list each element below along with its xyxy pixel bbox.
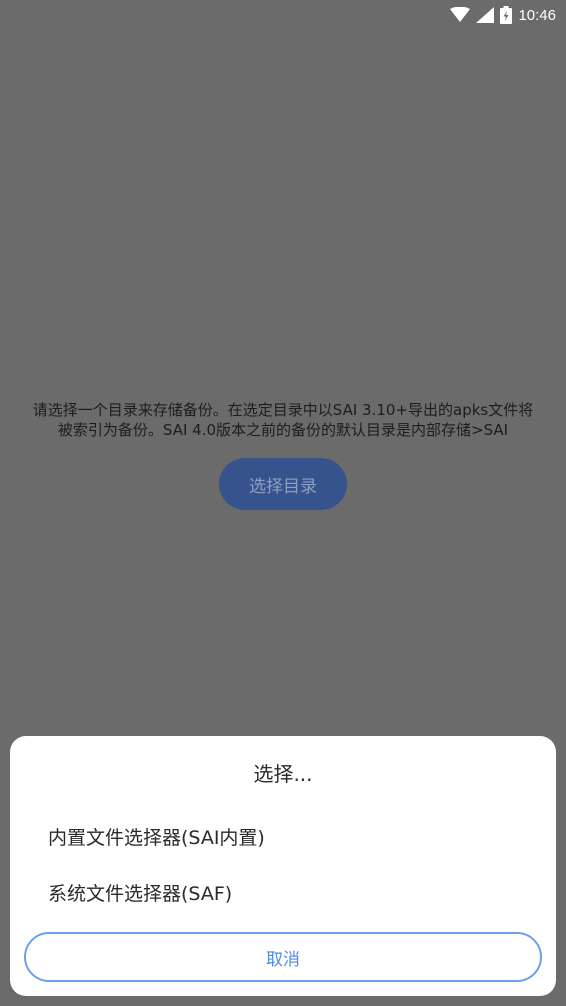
signal-icon	[476, 7, 495, 23]
chooser-dialog: 选择... 内置文件选择器(SAI内置) 系统文件选择器(SAF) 取消	[10, 736, 556, 996]
message-line-2: 被索引为备份。SAI 4.0版本之前的备份的默认目录是内部存储>SAI	[57, 421, 509, 439]
status-time: 10:46	[518, 6, 556, 24]
backup-directory-message: 请选择一个目录来存储备份。在选定目录中以SAI 3.10+导出的apks文件将 …	[10, 400, 556, 440]
select-directory-button[interactable]: 选择目录	[219, 458, 347, 510]
cancel-button[interactable]: 取消	[24, 932, 542, 982]
battery-icon	[500, 6, 513, 24]
dialog-title: 选择...	[253, 762, 313, 786]
message-line-1: 请选择一个目录来存储备份。在选定目录中以SAI 3.10+导出的apks文件将	[32, 401, 534, 419]
wifi-icon	[450, 7, 471, 23]
status-bar: 10:46	[0, 0, 566, 30]
option-system-file-picker[interactable]: 系统文件选择器(SAF)	[48, 872, 536, 912]
option-builtin-file-picker[interactable]: 内置文件选择器(SAI内置)	[48, 816, 536, 856]
